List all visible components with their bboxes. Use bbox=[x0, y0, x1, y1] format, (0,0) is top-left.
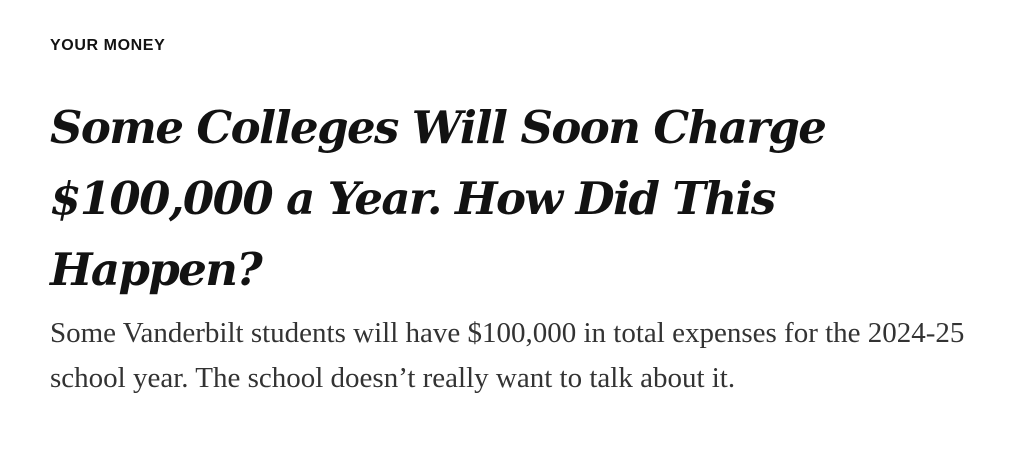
section-label-link[interactable]: YOUR MONEY bbox=[50, 36, 165, 56]
article-summary: Some Vanderbilt students will have $100,… bbox=[50, 317, 965, 394]
article-headline: Some Colleges Will Soon Charge $100,000 … bbox=[50, 101, 827, 296]
